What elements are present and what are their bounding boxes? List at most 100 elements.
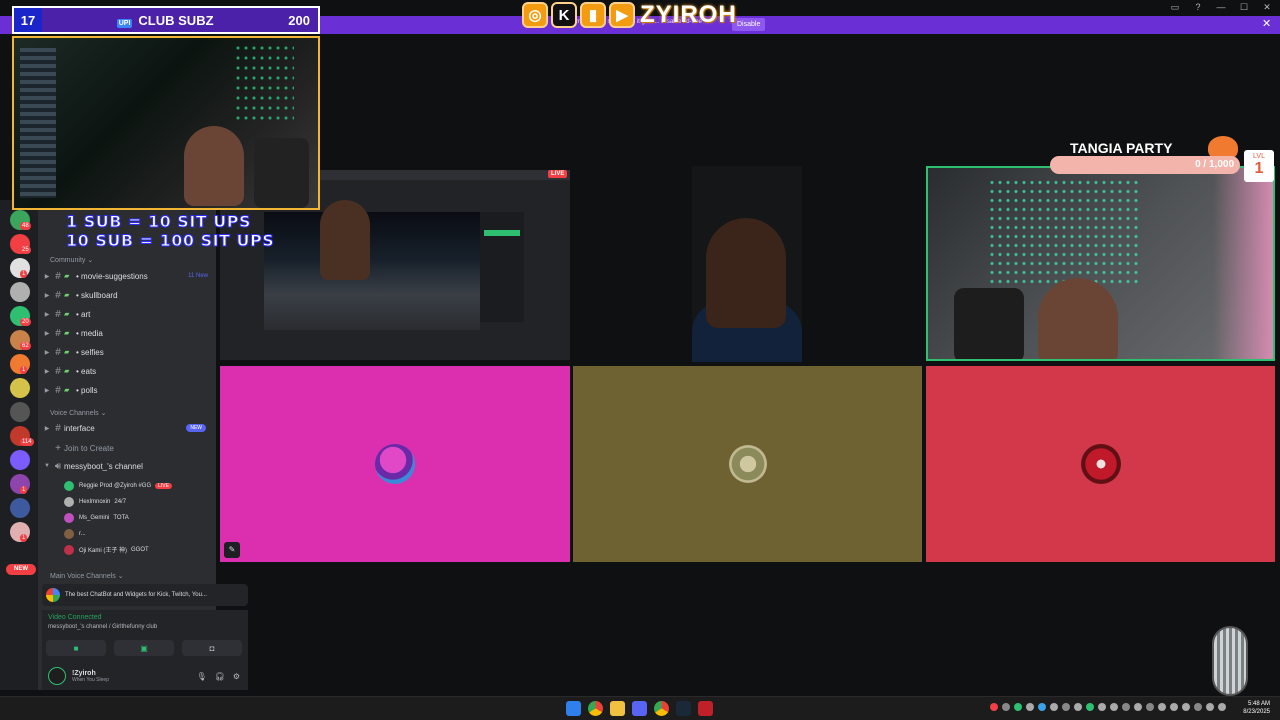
channel-item[interactable]: ▶ # ▰ • media (42, 325, 212, 341)
server-icon[interactable] (10, 378, 30, 398)
server-icon[interactable] (10, 450, 30, 470)
category-voice[interactable]: Voice Channels ⌄ (50, 409, 106, 417)
inbox-icon[interactable]: ▭ (1168, 2, 1182, 13)
gear-icon[interactable]: ⚙ (233, 672, 240, 681)
social-branding: ◎ K ▮ ▶ ZYIROH (522, 1, 737, 29)
channel-item[interactable]: ▶ # ▰ • polls (42, 382, 212, 398)
chevron-right-icon: ▶ (44, 349, 50, 356)
tangia-progress-bar: 0 / 1,000 (1050, 156, 1240, 174)
tray-icon[interactable] (1038, 703, 1046, 711)
steam-icon[interactable] (676, 701, 691, 716)
tray-icon[interactable] (1110, 703, 1118, 711)
tray-icon[interactable] (1062, 703, 1070, 711)
channel-item[interactable]: ▶ # ▰ • skullboard (42, 287, 212, 303)
voice-user-status: GGOT (131, 546, 149, 553)
channel-item[interactable]: ▶ # ▰ • eats (42, 363, 212, 379)
tray-icon[interactable] (1014, 703, 1022, 711)
new-servers-pill[interactable]: NEW (6, 564, 36, 575)
voice-user-status: TOTA (113, 514, 129, 521)
voice-user-name: Reggie Prod @Zyiroh #GG (79, 482, 152, 489)
tray-icon[interactable] (1122, 703, 1130, 711)
chrome-icon[interactable] (654, 701, 669, 716)
tray-icon[interactable] (1146, 703, 1154, 711)
activity-icon[interactable]: ✎ (224, 542, 240, 558)
situps-line-1: 1 SUB = 10 SIT UPS (65, 212, 251, 232)
voice-user[interactable]: Oji Kami (王子 神) GGOT (64, 542, 214, 557)
channel-prefix: • (76, 366, 79, 376)
tray-icon[interactable] (1194, 703, 1202, 711)
streamer-camera-tile[interactable] (926, 166, 1275, 361)
voice-user[interactable]: r... (64, 526, 214, 541)
participant-tile-pink[interactable] (220, 366, 570, 562)
user-name: !Zyiroh (72, 669, 96, 677)
activity-button[interactable]: ◘ (182, 640, 242, 656)
voice-user[interactable]: Hexlmnoxin 24/7 (64, 494, 214, 509)
tray-icon[interactable] (1050, 703, 1058, 711)
participant-tile-olive[interactable] (573, 366, 922, 562)
webcam-person (184, 126, 244, 206)
channel-item[interactable]: ▶ # ▰ • art (42, 306, 212, 322)
minimize-button[interactable]: — (1214, 2, 1228, 13)
avatar[interactable] (48, 667, 66, 685)
tray-icon[interactable] (1074, 703, 1082, 711)
disable-button[interactable]: Disable (732, 18, 766, 31)
server-badge: 48 (20, 222, 31, 230)
channel-interface[interactable]: ▶ # interface NEW (42, 420, 212, 436)
headphones-icon[interactable]: 🎧︎ (215, 672, 225, 681)
start-icon[interactable] (566, 701, 581, 716)
channel-prefix: • (76, 271, 79, 281)
banner-close-icon[interactable]: ✕ (1262, 17, 1271, 30)
channel-item[interactable]: ▶ # ▰ • movie-suggestions 11 New (42, 268, 212, 284)
server-badge: 114 (20, 438, 34, 446)
voice-user[interactable]: Reggie Prod @Zyiroh #GG LIVE (64, 478, 214, 493)
category-main-voice[interactable]: Main Voice Channels ⌄ (50, 572, 124, 580)
tray-icon[interactable] (1134, 703, 1142, 711)
speaker-icon: 🔊︎ (54, 460, 62, 472)
close-window-button[interactable]: ✕ (1260, 2, 1274, 13)
sub-goal-bar: 17 UPI CLUB SUBZ 200 (12, 6, 320, 34)
tray-icon[interactable] (1086, 703, 1094, 711)
screen-share-button[interactable]: ▣ (114, 640, 174, 656)
tray-icon[interactable] (1026, 703, 1034, 711)
folder-emoji-icon: ▰ (64, 292, 70, 299)
promo-banner[interactable]: The best ChatBot and Widgets for Kick, T… (42, 584, 248, 606)
folder-emoji-icon: ▰ (64, 349, 70, 356)
folder-emoji-icon: ▰ (64, 273, 70, 280)
maximize-button[interactable]: ☐ (1237, 2, 1251, 13)
help-icon[interactable]: ? (1191, 2, 1205, 13)
tray-icon[interactable] (1002, 703, 1010, 711)
channel-name: movie-suggestions (81, 271, 148, 281)
voice-user[interactable]: Ms_Gemini TOTA (64, 510, 214, 525)
tray-icon[interactable] (1170, 703, 1178, 711)
server-icon[interactable] (10, 402, 30, 422)
tray-icon[interactable] (990, 703, 998, 711)
tray-icon[interactable] (1218, 703, 1226, 711)
server-icon[interactable] (10, 498, 30, 518)
tray-icon[interactable] (1206, 703, 1214, 711)
category-community[interactable]: Community ⌄ (50, 256, 93, 264)
hash-icon: # (55, 289, 61, 301)
sub-goal-target: 200 (288, 12, 310, 28)
sub-goal-label: UPI CLUB SUBZ (42, 13, 288, 28)
hash-icon: # (55, 327, 61, 339)
chevron-right-icon: ▶ (44, 311, 50, 318)
participant-camera-tile[interactable] (692, 166, 802, 362)
tray-icon[interactable] (1098, 703, 1106, 711)
webcam-monitor (20, 48, 56, 198)
tray-icon[interactable] (1182, 703, 1190, 711)
video-button[interactable]: ■ (46, 640, 106, 656)
folder-icon[interactable] (610, 701, 625, 716)
join-to-create-label: Join to Create (64, 443, 114, 453)
voice-channel[interactable]: ▼ 🔊︎ messyboot_'s channel (42, 458, 212, 474)
server-badge: 20 (20, 318, 31, 326)
participant-tile-red[interactable] (926, 366, 1275, 562)
channel-item[interactable]: ▶ # ▰ • selfies (42, 344, 212, 360)
server-icon[interactable] (10, 282, 30, 302)
tray-icon[interactable] (1158, 703, 1166, 711)
discord-icon[interactable] (632, 701, 647, 716)
clock[interactable]: 5:48 AM 8/23/2025 (1243, 700, 1270, 716)
app-icon[interactable] (698, 701, 713, 716)
join-to-create[interactable]: + Join to Create (42, 440, 212, 456)
mic-icon[interactable]: 🎙︎ (197, 672, 207, 681)
chrome-icon[interactable] (588, 701, 603, 716)
